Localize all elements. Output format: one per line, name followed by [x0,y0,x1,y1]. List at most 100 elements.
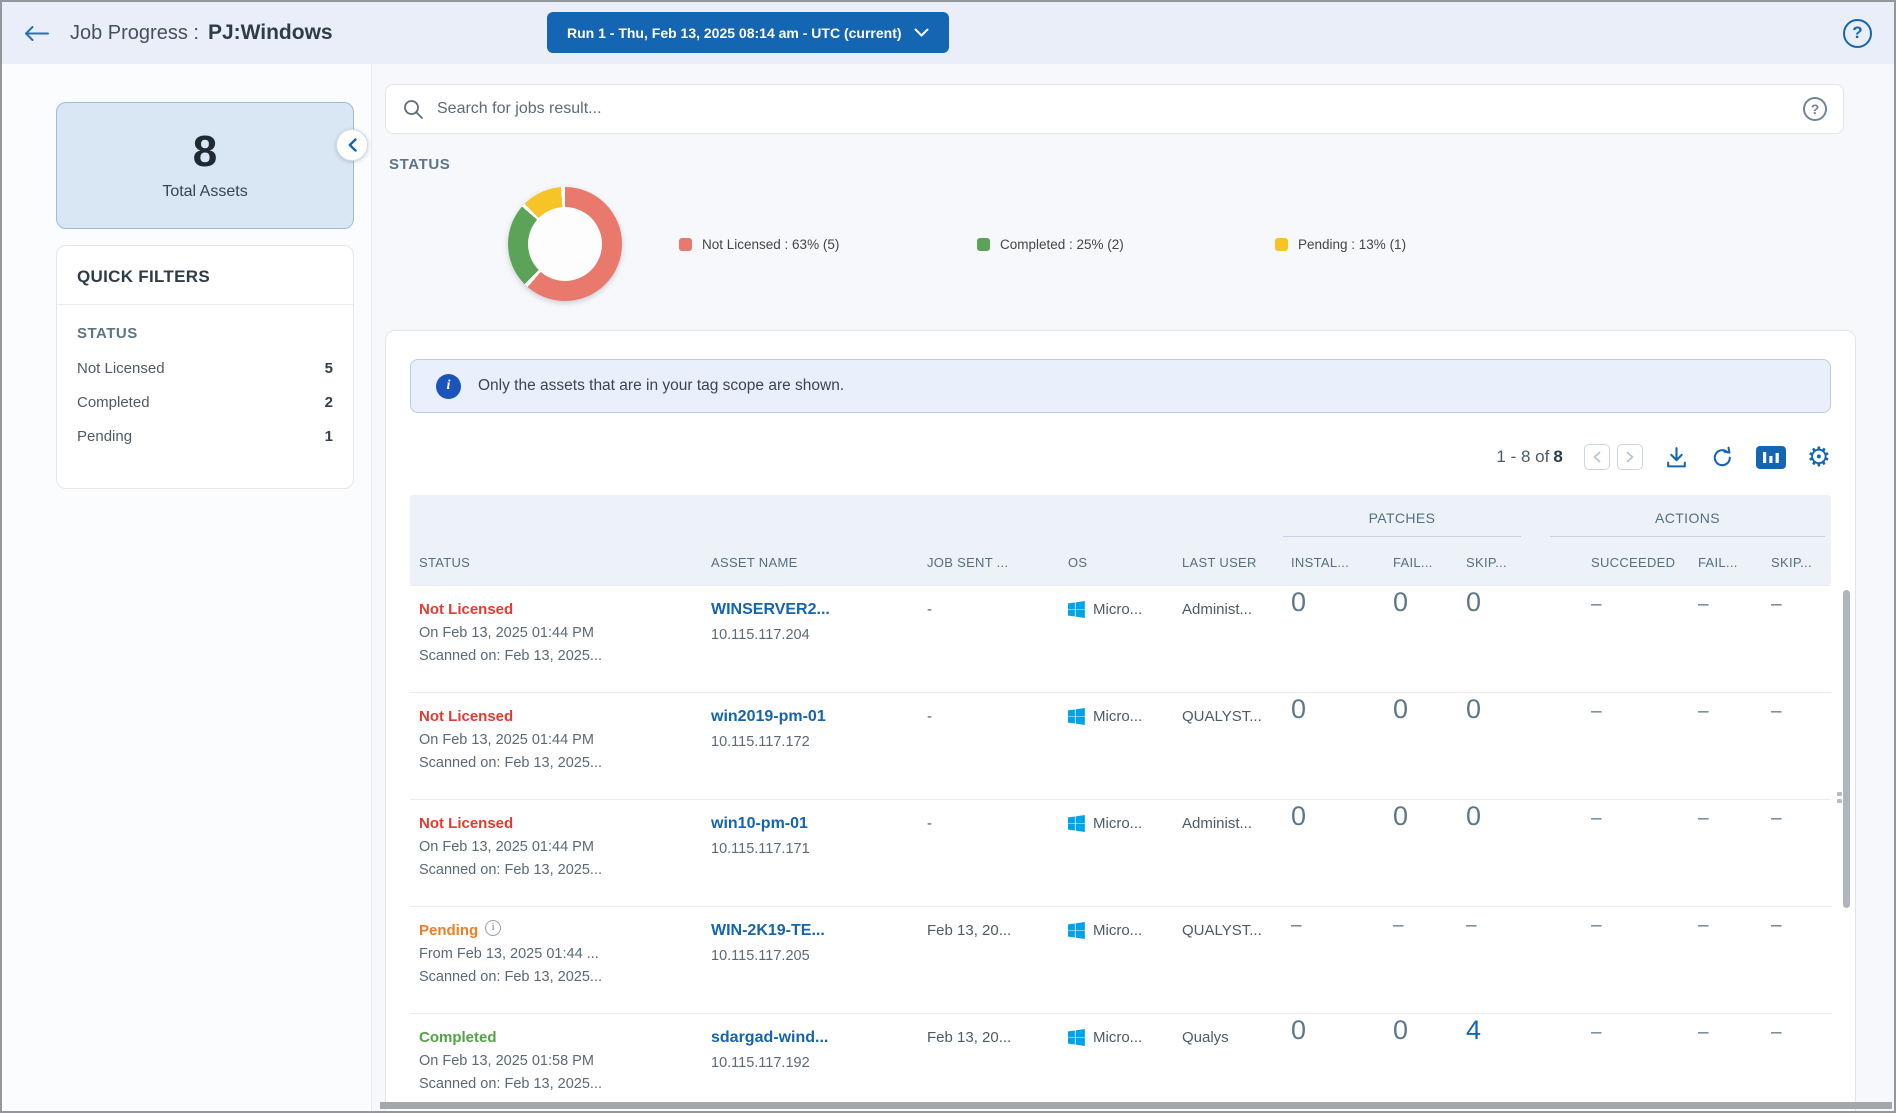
chevron-left-icon [1593,451,1601,463]
filter-label: Completed [77,394,150,411]
filter-label: Pending [77,428,132,445]
table-row[interactable]: Completed On Feb 13, 2025 01:58 PM Scann… [410,1013,1831,1113]
run-selector-button[interactable]: Run 1 - Thu, Feb 13, 2025 08:14 am - UTC… [547,12,949,53]
filter-item-completed[interactable]: Completed 2 [77,394,333,411]
download-button[interactable] [1664,445,1689,470]
collapse-sidebar-button[interactable] [336,129,368,161]
run-selector-label: Run 1 - Thu, Feb 13, 2025 08:14 am - UTC… [567,25,902,41]
column-header-succeeded[interactable]: SUCCEEDED [1583,555,1690,570]
actions-succeeded: – [1583,800,1690,906]
info-icon[interactable]: i [485,920,501,936]
column-header-failed-2[interactable]: FAIL... [1690,555,1763,570]
column-header-installed[interactable]: INSTAL... [1283,555,1385,570]
actions-failed: – [1690,907,1763,1013]
legend-item-not-licensed: Not Licensed : 63% (5) [679,237,977,252]
chevron-left-icon [348,138,357,152]
status-time: On Feb 13, 2025 01:44 PM [419,625,697,641]
filter-label: Not Licensed [77,360,165,377]
table-row[interactable]: Not Licensed On Feb 13, 2025 01:44 PM Sc… [410,692,1831,799]
status-time: From Feb 13, 2025 01:44 ... [419,946,697,962]
asset-ip: 10.115.117.192 [711,1055,913,1071]
patches-installed: 0 [1283,1014,1385,1113]
patches-skipped: 0 [1458,800,1583,906]
patches-skipped: – [1458,907,1583,1013]
column-header-last-user[interactable]: LAST USER [1174,555,1283,570]
table-row[interactable]: Not Licensed On Feb 13, 2025 01:44 PM Sc… [410,799,1831,906]
info-banner-text: Only the assets that are in your tag sco… [478,377,844,395]
legend-swatch-yellow [1275,238,1288,251]
column-header-asset-name[interactable]: ASSET NAME [703,555,919,570]
column-header-os[interactable]: OS [1060,555,1174,570]
status-time: On Feb 13, 2025 01:58 PM [419,1053,697,1069]
horizontal-scrollbar[interactable] [380,1102,1892,1109]
search-input[interactable] [437,100,1790,118]
job-sent-value: Feb 13, 20... [919,1014,1060,1113]
refresh-button[interactable] [1710,445,1735,470]
search-bar: ? [385,84,1844,134]
bar-chart-icon [1760,449,1782,466]
back-button[interactable] [24,26,50,41]
actions-skipped: – [1763,907,1831,1013]
refresh-icon [1710,445,1735,470]
column-group-patches: PATCHES [1283,498,1521,537]
os-value: Micro... [1093,815,1142,832]
asset-name-link[interactable]: win2019-pm-01 [711,708,913,726]
table-row[interactable]: Pending i From Feb 13, 2025 01:44 ... Sc… [410,906,1831,1013]
job-sent-value: - [919,586,1060,692]
job-progress-window: Job Progress : PJ:Windows Run 1 - Thu, F… [0,0,1896,1113]
patches-installed: 0 [1283,800,1385,906]
left-sidebar: 8 Total Assets QUICK FILTERS STATUS Not … [2,64,372,1111]
asset-name-link[interactable]: WIN-2K19-TE... [711,922,913,940]
filter-count: 2 [325,394,333,411]
column-header-status[interactable]: STATUS [410,555,703,570]
filter-item-pending[interactable]: Pending 1 [77,428,333,445]
help-button[interactable]: ? [1843,19,1872,48]
scrollbar-grip[interactable] [1837,792,1842,810]
asset-ip: 10.115.117.204 [711,627,913,643]
chevron-down-icon [914,28,929,37]
patches-failed: 0 [1385,800,1458,906]
actions-skipped: – [1763,800,1831,906]
actions-failed: – [1690,1014,1763,1113]
actions-failed: – [1690,586,1763,692]
search-help-button[interactable]: ? [1803,97,1827,121]
table-header: PATCHES ACTIONS STATUS ASSET NAME JOB SE… [410,495,1831,585]
os-value: Micro... [1093,1029,1142,1046]
job-sent-value: Feb 13, 20... [919,907,1060,1013]
windows-icon [1068,815,1085,832]
download-icon [1664,445,1689,470]
page-prev-button[interactable] [1584,444,1610,470]
column-header-skipped[interactable]: SKIP... [1458,555,1583,570]
filter-item-not-licensed[interactable]: Not Licensed 5 [77,360,333,377]
legend-item-pending: Pending : 13% (1) [1275,237,1573,252]
info-icon: i [436,374,461,399]
column-header-skipped-2[interactable]: SKIP... [1763,555,1831,570]
actions-succeeded: – [1583,586,1690,692]
table-row[interactable]: Not Licensed On Feb 13, 2025 01:44 PM Sc… [410,585,1831,692]
status-chart-row: Not Licensed : 63% (5) Completed : 25% (… [385,187,1856,301]
asset-ip: 10.115.117.205 [711,948,913,964]
status-badge: Not Licensed [419,601,697,618]
column-header-failed[interactable]: FAIL... [1385,555,1458,570]
settings-button[interactable]: ⚙ [1807,444,1831,471]
arrow-left-icon [24,26,50,41]
vertical-scrollbar[interactable] [1843,590,1850,908]
table-toolbar: 1 - 8 of8 [410,439,1831,475]
patches-skipped-link[interactable]: 4 [1458,1014,1583,1113]
actions-skipped: – [1763,693,1831,799]
asset-name-link[interactable]: sdargad-wind... [711,1029,913,1047]
pagination-total: 8 [1553,447,1562,466]
windows-icon [1068,1029,1085,1046]
last-user-value: Qualys [1174,1014,1283,1113]
page-next-button[interactable] [1617,444,1643,470]
column-group-actions: ACTIONS [1550,498,1825,537]
last-user-value: Administ... [1174,586,1283,692]
total-assets-card[interactable]: 8 Total Assets [56,102,354,229]
total-assets-count: 8 [193,130,217,174]
legend-label: Completed : 25% (2) [1000,237,1124,252]
actions-succeeded: – [1583,1014,1690,1113]
asset-name-link[interactable]: WINSERVER2... [711,601,913,619]
asset-name-link[interactable]: win10-pm-01 [711,815,913,833]
group-by-button[interactable] [1756,446,1786,469]
column-header-job-sent[interactable]: JOB SENT ... [919,555,1060,570]
